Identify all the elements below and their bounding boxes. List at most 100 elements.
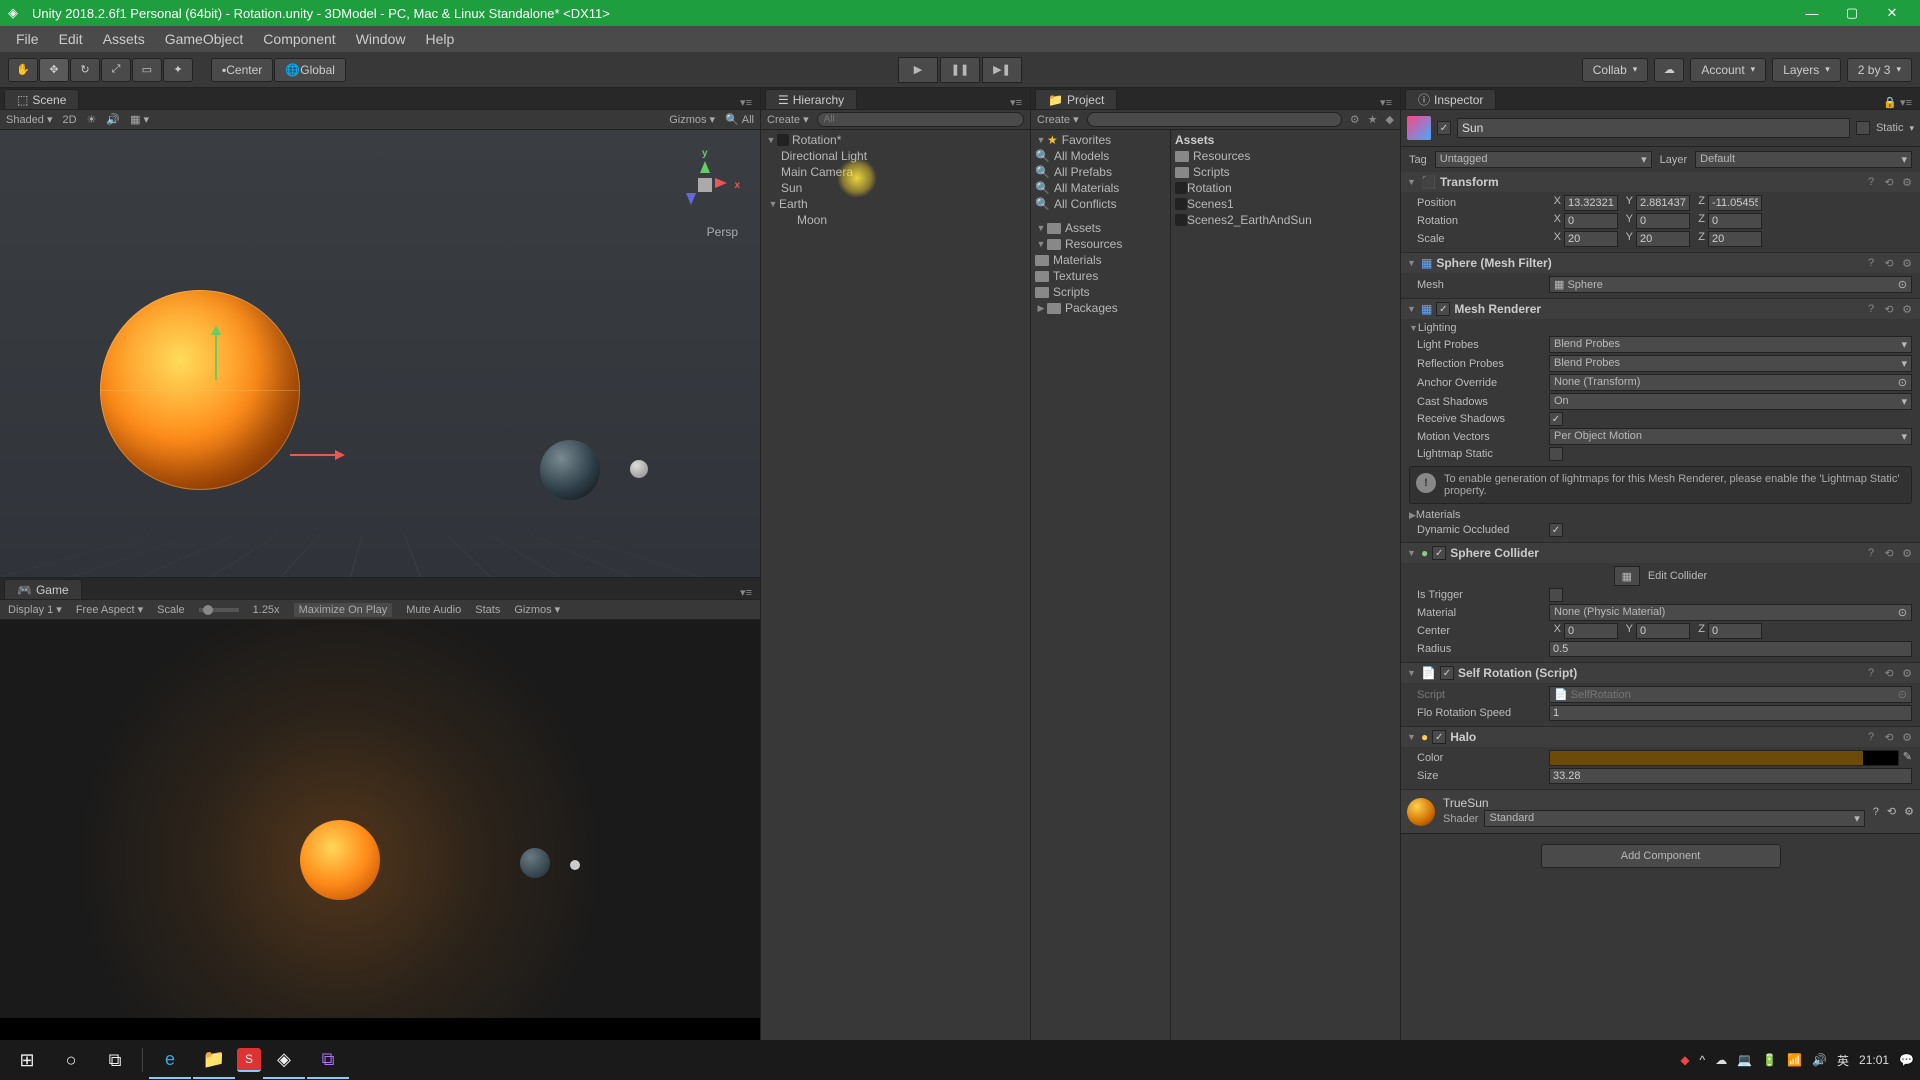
reset-icon[interactable]: ⟲: [1882, 302, 1896, 316]
scale-z[interactable]: [1708, 231, 1762, 247]
fav-all-conflicts[interactable]: 🔍All Conflicts: [1031, 196, 1170, 212]
cortana-button[interactable]: ○: [50, 1041, 92, 1079]
physic-material-field[interactable]: None (Physic Material)⊙: [1549, 604, 1912, 621]
motion-vectors-dropdown[interactable]: Per Object Motion▾: [1549, 428, 1912, 445]
help-icon[interactable]: ?: [1864, 666, 1878, 680]
help-icon[interactable]: ?: [1864, 175, 1878, 189]
scale-x[interactable]: [1564, 231, 1618, 247]
reset-icon[interactable]: ⟲: [1882, 730, 1896, 744]
hierarchy-search[interactable]: [817, 112, 1024, 127]
meshrenderer-enable[interactable]: [1436, 302, 1450, 316]
taskbar-vs[interactable]: ⧉: [307, 1041, 349, 1079]
receive-shadows-checkbox[interactable]: [1549, 412, 1563, 426]
layout-dropdown[interactable]: 2 by 3: [1847, 58, 1912, 82]
lighting-toggle[interactable]: ☀: [87, 113, 97, 126]
tag-dropdown[interactable]: Untagged▾: [1435, 151, 1652, 168]
anchor-override-field[interactable]: None (Transform)⊙: [1549, 374, 1912, 391]
menu-help[interactable]: Help: [415, 27, 464, 51]
tray-app-icon[interactable]: ◆: [1680, 1053, 1689, 1067]
minimize-button[interactable]: —: [1792, 0, 1832, 26]
aspect-dropdown[interactable]: Free Aspect ▾: [76, 603, 143, 616]
material-header[interactable]: TrueSun ShaderStandard▾ ?⟲⚙: [1401, 790, 1920, 834]
fav-all-prefabs[interactable]: 🔍All Prefabs: [1031, 164, 1170, 180]
maximize-button[interactable]: ▢: [1832, 0, 1872, 26]
static-checkbox[interactable]: [1856, 121, 1870, 135]
orientation-gizmo[interactable]: xy: [670, 150, 740, 220]
help-icon[interactable]: ?: [1873, 806, 1879, 818]
hierarchy-moon[interactable]: Moon: [761, 212, 1030, 228]
folder-textures[interactable]: Textures: [1031, 268, 1170, 284]
center-x[interactable]: [1564, 623, 1618, 639]
stats-toggle[interactable]: Stats: [475, 604, 500, 616]
help-icon[interactable]: ?: [1864, 730, 1878, 744]
favorite-icon[interactable]: ★: [1368, 113, 1378, 126]
shading-dropdown[interactable]: Shaded ▾: [6, 113, 52, 126]
scene-root[interactable]: ▼ Rotation*: [761, 132, 1030, 148]
asset-scenes2[interactable]: Scenes2_EarthAndSun: [1171, 212, 1400, 228]
menu-gameobject[interactable]: GameObject: [155, 27, 254, 51]
menu-window[interactable]: Window: [346, 27, 416, 51]
is-trigger-checkbox[interactable]: [1549, 588, 1563, 602]
game-gizmos-dropdown[interactable]: Gizmos ▾: [514, 603, 560, 616]
favorites-header[interactable]: ▼★Favorites: [1031, 132, 1170, 148]
scene-viewport[interactable]: xy Persp: [0, 130, 760, 577]
gear-icon[interactable]: ⚙: [1904, 805, 1914, 818]
rotation-x[interactable]: [1564, 213, 1618, 229]
taskbar-app-red[interactable]: S: [237, 1048, 261, 1072]
play-button[interactable]: ▶: [898, 57, 938, 83]
project-create-button[interactable]: Create ▾: [1037, 113, 1079, 126]
assets-folder[interactable]: ▼Assets: [1031, 220, 1170, 236]
component-spherecollider-header[interactable]: ▼● Sphere Collider ?⟲⚙: [1401, 543, 1920, 563]
position-y[interactable]: [1636, 195, 1690, 211]
move-gizmo-x[interactable]: [290, 454, 340, 456]
shader-dropdown[interactable]: Standard▾: [1484, 810, 1864, 827]
gear-icon[interactable]: ⚙: [1900, 546, 1914, 560]
fx-toggle[interactable]: ▦ ▾: [130, 113, 149, 126]
fav-all-materials[interactable]: 🔍All Materials: [1031, 180, 1170, 196]
eyedropper-icon[interactable]: ✎: [1903, 750, 1912, 766]
rotate-tool[interactable]: ↻: [70, 58, 100, 82]
help-icon[interactable]: ?: [1864, 256, 1878, 270]
transform-tool[interactable]: ✦: [163, 58, 193, 82]
tab-game[interactable]: 🎮 Game: [4, 579, 82, 599]
layer-dropdown[interactable]: Default▾: [1695, 151, 1912, 168]
hierarchy-earth[interactable]: ▼Earth: [761, 196, 1030, 212]
script-enable[interactable]: [1440, 666, 1454, 680]
start-button[interactable]: ⊞: [6, 1041, 48, 1079]
hierarchy-directional-light[interactable]: Directional Light: [761, 148, 1030, 164]
gameobject-name-field[interactable]: [1457, 118, 1850, 138]
tray-battery-icon[interactable]: 🔋: [1762, 1053, 1777, 1067]
menu-edit[interactable]: Edit: [49, 27, 93, 51]
tray-volume-icon[interactable]: 🔊: [1812, 1053, 1827, 1067]
gear-icon[interactable]: ⚙: [1900, 256, 1914, 270]
folder-scripts[interactable]: Scripts: [1031, 284, 1170, 300]
2d-toggle[interactable]: 2D: [62, 114, 76, 126]
position-x[interactable]: [1564, 195, 1618, 211]
move-tool[interactable]: ✥: [39, 58, 69, 82]
close-button[interactable]: ✕: [1872, 0, 1912, 26]
gear-icon[interactable]: ⚙: [1900, 730, 1914, 744]
taskbar-unity[interactable]: ◈: [263, 1041, 305, 1079]
gear-icon[interactable]: ⚙: [1900, 666, 1914, 680]
space-toggle[interactable]: 🌐 Global: [274, 58, 346, 82]
hierarchy-main-camera[interactable]: Main Camera: [761, 164, 1030, 180]
active-checkbox[interactable]: [1437, 121, 1451, 135]
pause-button[interactable]: ❚❚: [940, 57, 980, 83]
folder-materials[interactable]: Materials: [1031, 252, 1170, 268]
cast-shadows-dropdown[interactable]: On▾: [1549, 393, 1912, 410]
tab-menu-icon[interactable]: ▾≡: [732, 586, 760, 599]
task-view-button[interactable]: ⧉: [94, 1041, 136, 1079]
halo-color-field[interactable]: [1549, 750, 1899, 766]
scene-moon-object[interactable]: [630, 460, 648, 478]
reset-icon[interactable]: ⟲: [1882, 666, 1896, 680]
spherecollider-enable[interactable]: [1432, 546, 1446, 560]
scale-y[interactable]: [1636, 231, 1690, 247]
lock-icon[interactable]: 🔒 ▾≡: [1875, 96, 1920, 109]
taskbar-explorer[interactable]: 📁: [193, 1041, 235, 1079]
hierarchy-create-button[interactable]: Create ▾: [767, 113, 809, 126]
halo-enable[interactable]: [1432, 730, 1446, 744]
gizmos-dropdown[interactable]: Gizmos ▾: [669, 113, 715, 126]
lightmap-static-checkbox[interactable]: [1549, 447, 1563, 461]
step-button[interactable]: ▶❚: [982, 57, 1022, 83]
tab-menu-icon[interactable]: ▾≡: [1002, 96, 1030, 109]
